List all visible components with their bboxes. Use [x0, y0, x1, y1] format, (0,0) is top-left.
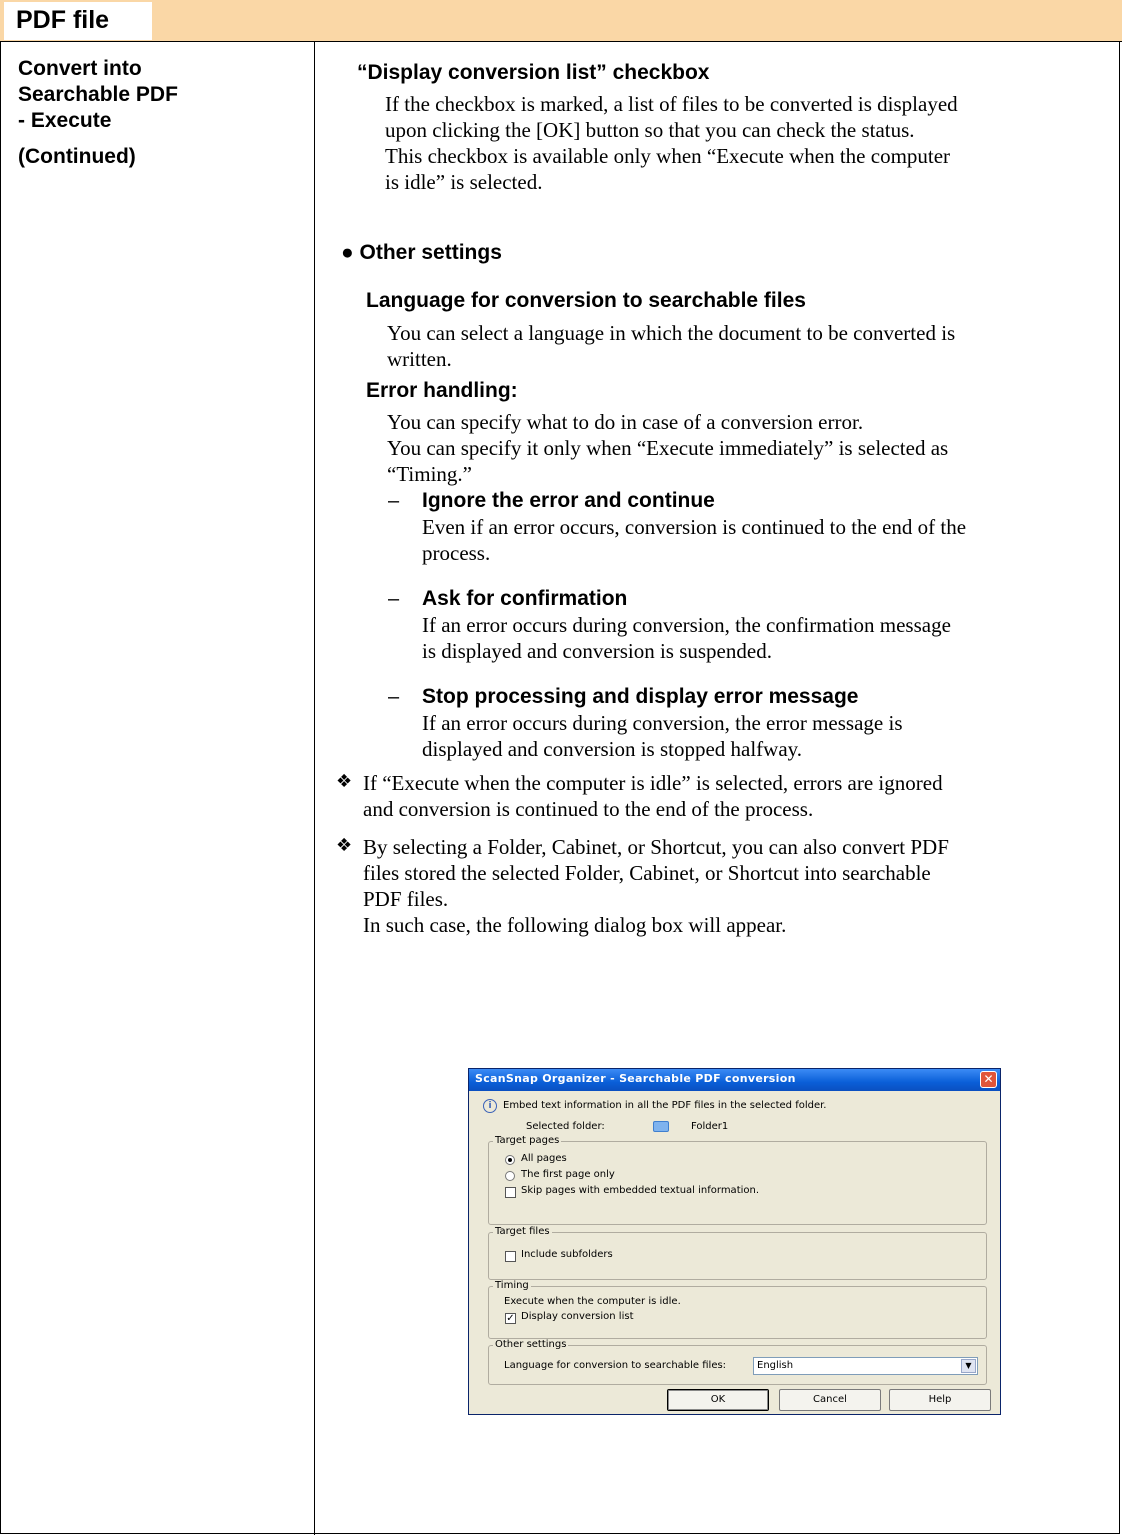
include-subfolders-checkbox[interactable] [505, 1251, 516, 1262]
section1-line-3: This checkbox is available only when “Ex… [385, 144, 951, 168]
dash-bullet: – [388, 686, 400, 708]
note2-line-4: In such case, the following dialog box w… [363, 913, 787, 937]
other-settings-heading: ● Other settings [341, 241, 502, 264]
skip-pages-label[interactable]: Skip pages with embedded textual informa… [521, 1185, 759, 1196]
target-pages-group: Target pages All pages The first page on… [488, 1135, 987, 1225]
target-files-group: Target files Include subfolders [488, 1226, 987, 1280]
section1-paragraph: If the checkbox is marked, a list of fil… [385, 91, 1103, 195]
error-line-3: “Timing.” [387, 462, 472, 486]
all-pages-label[interactable]: All pages [521, 1153, 567, 1164]
target-files-label: Target files [493, 1226, 552, 1237]
option-title: Stop processing and display error messag… [422, 685, 859, 708]
language-select[interactable]: English ▼ [753, 1357, 978, 1375]
column-divider [314, 42, 315, 1535]
display-conversion-list-checkbox[interactable]: ✓ [505, 1313, 516, 1324]
selected-folder-value: Folder1 [691, 1121, 729, 1132]
dash-bullet: – [388, 588, 400, 610]
note2-line-1: By selecting a Folder, Cabinet, or Short… [363, 835, 949, 859]
language-line-2: written. [387, 347, 452, 371]
display-conversion-list-label[interactable]: Display conversion list [521, 1311, 634, 1322]
option-line-1: If an error occurs during conversion, th… [422, 613, 951, 637]
diamond-bullet-icon: ❖ [336, 835, 353, 856]
option-line-1: If an error occurs during conversion, th… [422, 711, 903, 735]
timing-group: Timing Execute when the computer is idle… [488, 1280, 987, 1339]
first-page-only-radio[interactable] [505, 1171, 515, 1181]
note1-line-1: If “Execute when the computer is idle” i… [363, 771, 943, 795]
language-line-1: You can select a language in which the d… [387, 321, 956, 345]
language-heading: Language for conversion to searchable fi… [366, 289, 806, 312]
all-pages-radio[interactable] [505, 1155, 515, 1165]
sidebar-title-line-2: Searchable PDF [18, 83, 178, 106]
close-icon[interactable]: ✕ [980, 1071, 997, 1088]
target-pages-label: Target pages [493, 1135, 562, 1146]
diamond-bullet-icon: ❖ [336, 771, 353, 792]
language-label: Language for conversion to searchable fi… [504, 1360, 727, 1371]
dialog-title-bar: ScanSnap Organizer - Searchable PDF conv… [469, 1069, 1000, 1091]
option-line-2: is displayed and conversion is suspended… [422, 639, 772, 663]
error-line-1: You can specify what to do in case of a … [387, 410, 864, 434]
section1-line-2: upon clicking the [OK] button so that yo… [385, 118, 915, 142]
ok-button[interactable]: OK [667, 1389, 769, 1411]
option-line-1: Even if an error occurs, conversion is c… [422, 515, 967, 539]
option-title: Ask for confirmation [422, 587, 628, 610]
conversion-dialog: ScanSnap Organizer - Searchable PDF conv… [468, 1068, 1001, 1415]
cancel-button[interactable]: Cancel [779, 1389, 881, 1411]
section-heading-display-conversion-list: “Display conversion list” checkbox [357, 61, 710, 84]
timing-label: Timing [493, 1280, 531, 1291]
error-line-2: You can specify it only when “Execute im… [387, 436, 949, 460]
first-page-only-label[interactable]: The first page only [521, 1169, 615, 1180]
dialog-info-text: Embed text information in all the PDF fi… [503, 1100, 827, 1111]
skip-pages-checkbox[interactable] [505, 1187, 516, 1198]
note1-line-2: and conversion is continued to the end o… [363, 797, 814, 821]
error-paragraph: You can specify what to do in case of a … [387, 409, 1103, 487]
chevron-down-icon[interactable]: ▼ [961, 1359, 976, 1373]
help-button[interactable]: Help [889, 1389, 991, 1411]
sidebar: Convert into Searchable PDF - Execute (C… [18, 56, 308, 170]
sidebar-title-line-3: - Execute [18, 109, 112, 132]
option-line-2: displayed and conversion is stopped half… [422, 737, 803, 761]
sidebar-title-line-1: Convert into [18, 57, 142, 80]
dialog-title: ScanSnap Organizer - Searchable PDF conv… [475, 1072, 796, 1085]
page-title: PDF file [16, 6, 110, 34]
note2-line-2: files stored the selected Folder, Cabine… [363, 861, 931, 885]
language-select-value: English [757, 1360, 794, 1371]
selected-folder-label: Selected folder: [526, 1121, 605, 1132]
folder-icon [653, 1121, 669, 1132]
section1-line-1: If the checkbox is marked, a list of fil… [385, 92, 958, 116]
option-title: Ignore the error and continue [422, 489, 715, 512]
include-subfolders-label[interactable]: Include subfolders [521, 1249, 613, 1260]
note2-line-3: PDF files. [363, 887, 449, 911]
option-line-2: process. [422, 541, 491, 565]
header-band: PDF file [0, 0, 1122, 42]
timing-text: Execute when the computer is idle. [504, 1296, 681, 1307]
info-icon: i [483, 1099, 497, 1113]
other-settings-group: Other settings Language for conversion to… [488, 1339, 987, 1385]
error-handling-heading: Error handling: [366, 379, 518, 402]
dash-bullet: – [388, 490, 400, 512]
language-paragraph: You can select a language in which the d… [387, 320, 1103, 372]
section1-line-4: is idle” is selected. [385, 170, 543, 194]
sidebar-continued: (Continued) [18, 145, 136, 168]
other-settings-label: Other settings [493, 1339, 569, 1350]
